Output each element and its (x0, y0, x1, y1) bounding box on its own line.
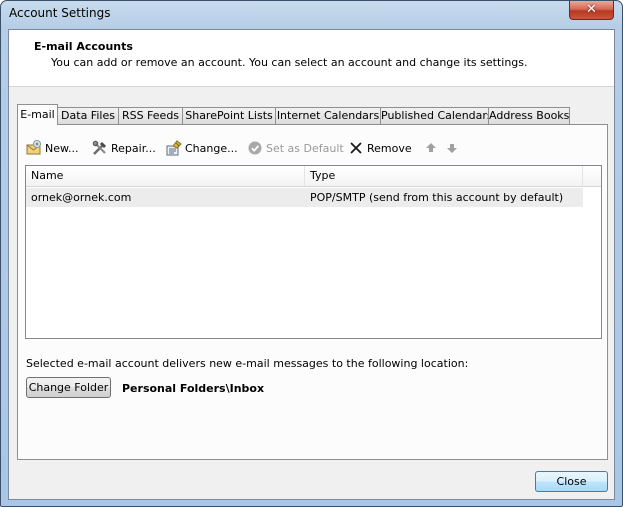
tab-internet-calendars[interactable]: Internet Calendars (275, 107, 381, 124)
change-button[interactable]: Change... (166, 139, 238, 157)
account-type: POP/SMTP (send from this account by defa… (310, 191, 564, 204)
column-header-type[interactable]: Type (305, 166, 583, 186)
title-bar[interactable]: Account Settings ✕ (1, 1, 622, 29)
email-tab-panel: New... Repair... Change... Set as Defaul… (17, 124, 608, 460)
dialog-header: E-mail Accounts You can add or remove an… (9, 30, 614, 87)
tab-sharepoint-lists[interactable]: SharePoint Lists (182, 107, 276, 124)
set-as-default-label: Set as Default (266, 141, 344, 155)
tab-email[interactable]: E-mail (17, 104, 58, 125)
tab-data-files[interactable]: Data Files (57, 107, 119, 124)
column-header-name[interactable]: Name (26, 166, 305, 186)
new-account-button[interactable]: New... (26, 139, 78, 157)
repair-label: Repair... (111, 141, 156, 155)
tools-icon (92, 140, 108, 156)
header-description: You can add or remove an account. You ca… (51, 56, 528, 69)
tab-address-books[interactable]: Address Books (488, 107, 570, 124)
change-label: Change... (185, 141, 238, 155)
new-label: New... (45, 141, 79, 155)
change-folder-button[interactable]: Change Folder (26, 377, 111, 398)
arrow-up-icon (423, 140, 439, 156)
move-down-button[interactable] (444, 139, 463, 157)
remove-button[interactable]: Remove (348, 139, 412, 157)
accounts-list[interactable]: Name Type ornek@ornek.com POP/SMTP (send… (25, 165, 602, 339)
close-button[interactable]: Close (535, 471, 608, 492)
window-title: Account Settings (9, 6, 111, 20)
window-close-button[interactable]: ✕ (569, 1, 614, 20)
set-as-default-button[interactable]: Set as Default (247, 139, 344, 157)
delivery-location-label: Selected e-mail account delivers new e-m… (26, 357, 469, 370)
list-header: Name Type (26, 166, 601, 187)
account-name: ornek@ornek.com (31, 191, 132, 204)
arrow-down-icon (444, 140, 460, 156)
dialog-client-area: E-mail Accounts You can add or remove an… (8, 29, 615, 500)
check-circle-icon (247, 140, 263, 156)
new-mail-icon (26, 140, 42, 156)
header-title: E-mail Accounts (34, 40, 133, 53)
delivery-folder-path: Personal Folders\Inbox (122, 382, 265, 395)
move-up-button[interactable] (423, 139, 442, 157)
tab-published-calendars[interactable]: Published Calendars (380, 107, 493, 124)
repair-button[interactable]: Repair... (92, 139, 156, 157)
account-settings-window: Account Settings ✕ E-mail Accounts You c… (0, 0, 623, 507)
tab-rss-feeds[interactable]: RSS Feeds (118, 107, 183, 124)
remove-x-icon (348, 140, 364, 156)
account-row[interactable]: ornek@ornek.com POP/SMTP (send from this… (26, 188, 583, 207)
close-icon: ✕ (586, 2, 597, 17)
remove-label: Remove (367, 141, 412, 155)
change-settings-icon (166, 140, 182, 156)
